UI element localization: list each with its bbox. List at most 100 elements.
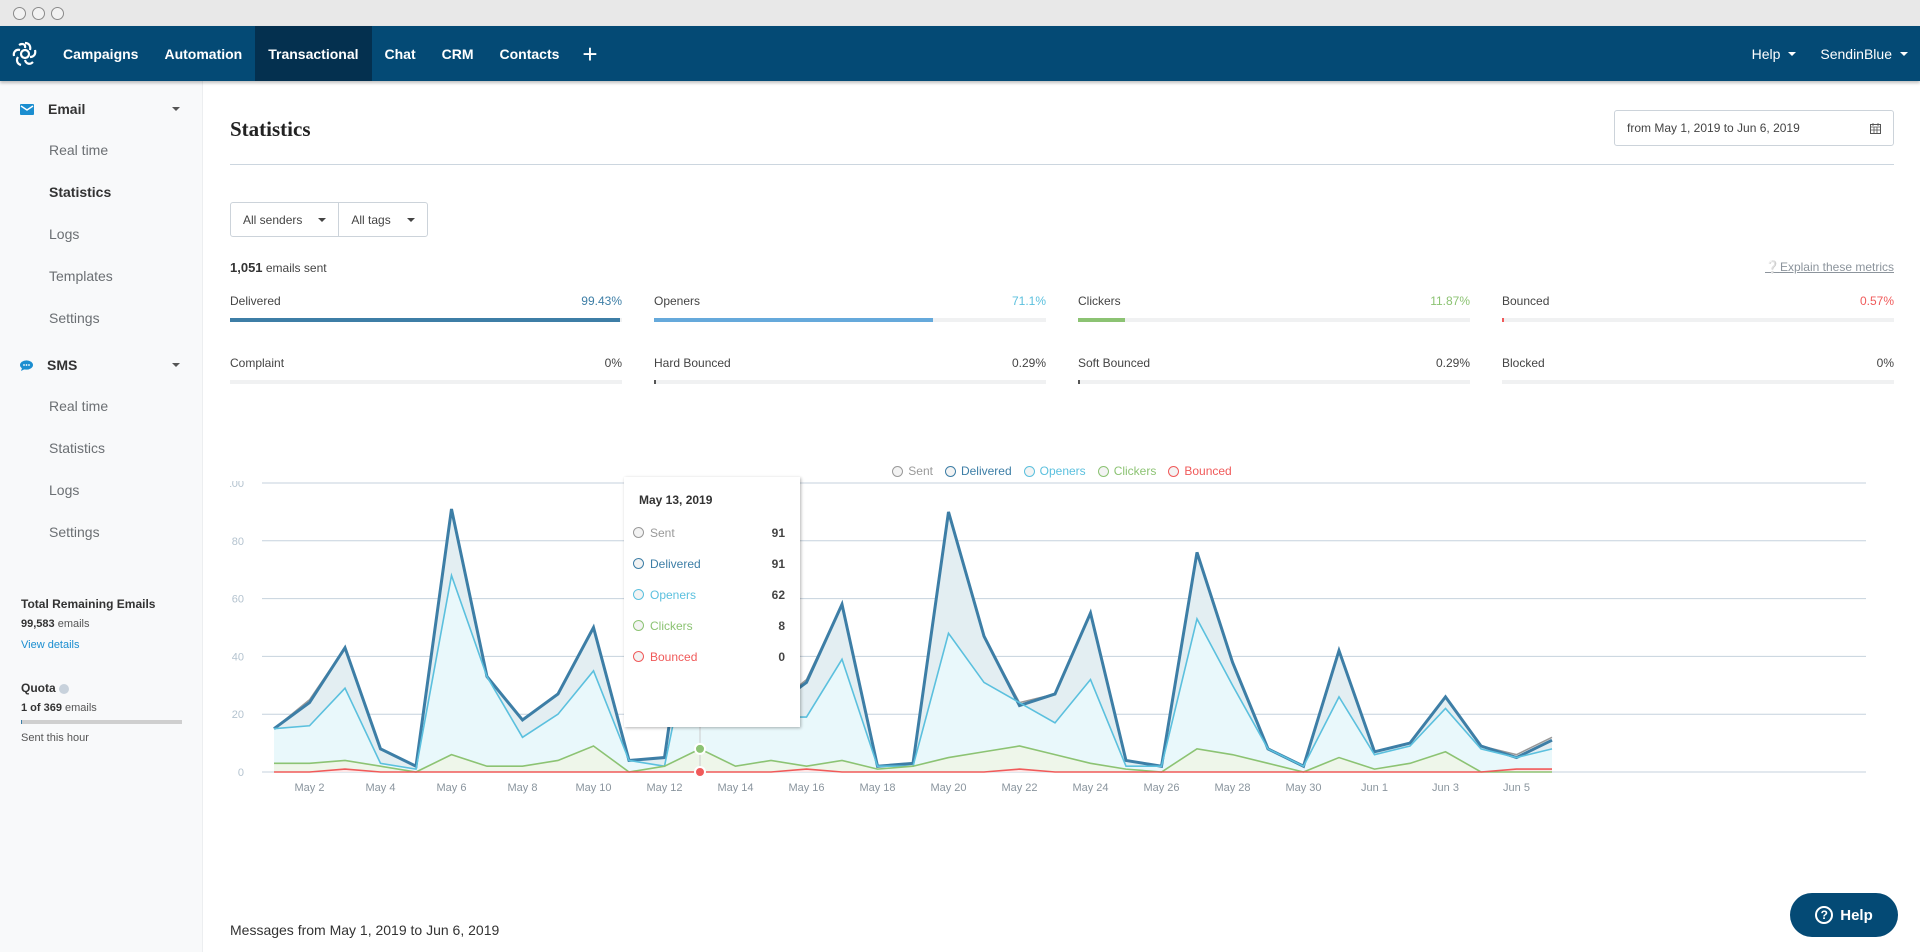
metric-openers: Openers 71.1%: [654, 294, 1046, 322]
metric-value: 0%: [604, 356, 622, 370]
chart-legend: Sent Delivered Openers Clickers Bounced: [230, 464, 1894, 478]
hover-point-bounced: [694, 766, 706, 778]
metric-value: 0.29%: [1011, 356, 1046, 370]
y-tick-label: 0: [238, 767, 244, 779]
quota-title: Quota: [21, 681, 56, 695]
sidebar-item-sms-statistics[interactable]: Statistics: [0, 427, 202, 469]
nav-automation[interactable]: Automation: [151, 26, 255, 81]
chevron-down-icon: [318, 217, 327, 222]
sidebar-item-email-statistics[interactable]: Statistics: [0, 171, 202, 213]
x-tick-label: May 30: [1285, 782, 1321, 794]
tooltip-row-openers: Openers 62: [633, 579, 792, 610]
help-menu-label: Help: [1751, 45, 1781, 62]
legend-item-bounced[interactable]: Bounced: [1168, 464, 1232, 478]
tags-filter-dropdown[interactable]: All tags: [338, 203, 426, 236]
metric-label: Hard Bounced: [654, 356, 731, 370]
sidebar-item-email-realtime[interactable]: Real time: [0, 129, 202, 171]
metric-progress-bar: [654, 380, 1046, 384]
nav-chat[interactable]: Chat: [372, 26, 429, 81]
remaining-emails-unit: emails: [54, 618, 90, 630]
account-menu-label: SendinBlue: [1820, 45, 1892, 62]
nav-campaigns[interactable]: Campaigns: [50, 26, 151, 81]
legend-marker-icon: [944, 465, 956, 477]
x-tick-label: May 22: [1001, 782, 1037, 794]
nav-contacts[interactable]: Contacts: [487, 26, 573, 81]
quota-panel: Quota 1 of 369 emails Sent this hour: [0, 681, 202, 744]
chart-tooltip: May 13, 2019 Sent 91 Delivered 91 Openers 62 C…: [624, 477, 800, 727]
x-tick-label: May 6: [437, 782, 467, 794]
legend-label: Openers: [1039, 464, 1086, 478]
sidebar-item-sms-realtime[interactable]: Real time: [0, 385, 202, 427]
sidebar-item-sms-settings[interactable]: Settings: [0, 511, 202, 553]
date-range-value: from May 1, 2019 to Jun 6, 2019: [1627, 121, 1800, 135]
tooltip-label: Delivered: [650, 556, 701, 571]
tooltip-marker-icon: [633, 620, 644, 631]
legend-item-delivered[interactable]: Delivered: [944, 464, 1012, 478]
hover-point-clickers: [694, 742, 706, 755]
metric-label: Delivered: [230, 294, 281, 308]
legend-item-clickers[interactable]: Clickers: [1097, 464, 1156, 478]
tags-filter-label: All tags: [351, 212, 391, 227]
view-details-link[interactable]: View details: [21, 639, 202, 651]
help-menu[interactable]: Help: [1740, 26, 1809, 81]
tooltip-label: Bounced: [650, 649, 698, 664]
account-menu[interactable]: SendinBlue: [1808, 26, 1920, 81]
sidebar-item-email-settings[interactable]: Settings: [0, 297, 202, 339]
tooltip-label: Sent: [650, 525, 675, 540]
floating-help-button[interactable]: ? Help: [1790, 893, 1898, 937]
metric-progress-fill: [1502, 318, 1504, 322]
top-navigation: Campaigns Automation Transactional Chat …: [0, 26, 1920, 81]
sidebar-item-email-logs[interactable]: Logs: [0, 213, 202, 255]
metric-progress-fill: [654, 318, 933, 322]
question-circle-icon[interactable]: [59, 683, 70, 694]
metric-progress-fill: [1078, 380, 1080, 384]
quota-unit: emails: [61, 702, 97, 714]
emails-sent-label: emails sent: [262, 261, 327, 275]
sidebar-group-sms[interactable]: SMS: [0, 351, 202, 379]
window-close-button[interactable]: [13, 6, 26, 20]
x-tick-label: May 4: [366, 782, 396, 794]
remaining-emails-panel: Total Remaining Emails 99,583 emails Vie…: [0, 597, 202, 651]
legend-label: Sent: [908, 464, 933, 478]
remaining-emails-count: 99,583: [21, 618, 55, 630]
x-tick-label: May 28: [1214, 782, 1250, 794]
x-tick-label: May 8: [508, 782, 538, 794]
sidebar-group-email[interactable]: Email: [0, 95, 202, 123]
window-maximize-button[interactable]: [51, 6, 64, 20]
metric-progress-bar: [1502, 380, 1894, 384]
sidebar-group-sms-label: SMS: [47, 357, 78, 373]
metric-label: Complaint: [230, 356, 285, 370]
x-tick-label: May 20: [930, 782, 966, 794]
metric-value: 0.57%: [1859, 294, 1894, 308]
legend-marker-icon: [1097, 465, 1109, 477]
tooltip-row-sent: Sent 91: [633, 517, 792, 548]
explain-metrics-link[interactable]: ❔Explain these metrics: [1765, 260, 1894, 274]
remaining-emails-title: Total Remaining Emails: [21, 597, 156, 611]
quota-note: Sent this hour: [21, 732, 89, 744]
metric-progress-fill: [654, 380, 656, 384]
nav-crm[interactable]: CRM: [429, 26, 487, 81]
legend-item-sent[interactable]: Sent: [892, 464, 933, 478]
sendinblue-logo-icon[interactable]: [0, 26, 50, 81]
chevron-down-icon: [172, 363, 180, 367]
add-nav-plus-icon[interactable]: +: [572, 26, 607, 81]
date-range-picker[interactable]: from May 1, 2019 to Jun 6, 2019: [1614, 110, 1894, 146]
explain-metrics-label: Explain these metrics: [1779, 260, 1894, 274]
messages-heading: Messages from May 1, 2019 to Jun 6, 2019: [230, 922, 500, 938]
metric-clickers: Clickers 11.87%: [1078, 294, 1470, 322]
metric-soft-bounced: Soft Bounced 0.29%: [1078, 356, 1470, 384]
sidebar-group-email-label: Email: [48, 101, 86, 117]
senders-filter-label: All senders: [243, 212, 303, 227]
metric-hard-bounced: Hard Bounced 0.29%: [654, 356, 1046, 384]
sidebar-item-email-templates[interactable]: Templates: [0, 255, 202, 297]
x-tick-label: May 24: [1072, 782, 1108, 794]
metric-progress-bar: [1502, 318, 1894, 322]
quota-used: 1 of 369: [21, 702, 62, 714]
legend-item-openers[interactable]: Openers: [1023, 464, 1086, 478]
x-tick-label: May 10: [575, 782, 611, 794]
sidebar-item-sms-logs[interactable]: Logs: [0, 469, 202, 511]
window-minimize-button[interactable]: [32, 6, 45, 20]
x-tick-label: May 16: [788, 782, 824, 794]
nav-transactional[interactable]: Transactional: [255, 26, 372, 81]
senders-filter-dropdown[interactable]: All senders: [231, 203, 338, 236]
